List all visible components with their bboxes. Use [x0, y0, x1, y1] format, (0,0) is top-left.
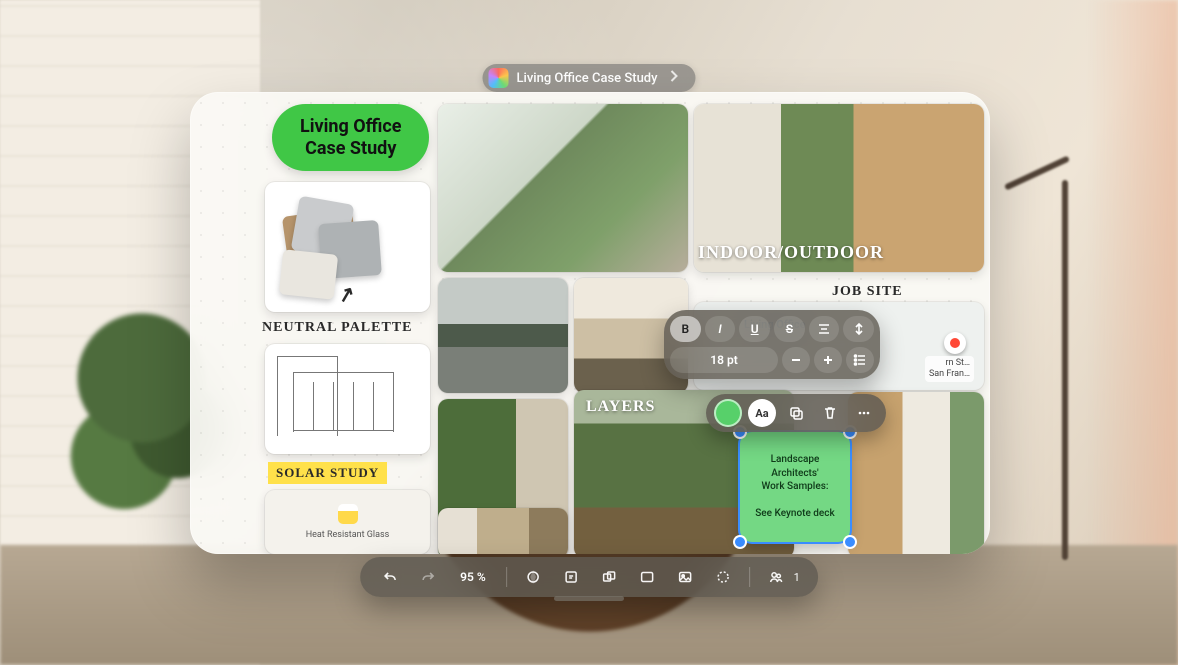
underline-button[interactable]: U: [739, 316, 770, 342]
sticky-note-selected[interactable]: Landscape Architects' Work Samples: See …: [740, 432, 850, 542]
collaborate-button[interactable]: [764, 565, 788, 589]
media-tool-button[interactable]: [673, 565, 697, 589]
text-style-button[interactable]: Aa: [748, 399, 776, 427]
sticky-tool-button[interactable]: [559, 565, 583, 589]
sketch-card[interactable]: [265, 344, 430, 454]
notes-caption: Heat Resistant Glass: [306, 530, 390, 540]
color-picker-button[interactable]: [714, 399, 742, 427]
toolbar-separator: [506, 567, 507, 587]
list-button[interactable]: [846, 347, 874, 373]
app-icon: [488, 68, 508, 88]
window-title: Living Office Case Study: [516, 71, 657, 86]
board-title-line2: Case Study: [305, 138, 396, 159]
solar-study-label: SOLAR STUDY: [268, 462, 387, 484]
layers-label: LAYERS: [586, 398, 655, 416]
selection-context-bar: Aa: [706, 394, 886, 432]
indoor-outdoor-label: INDOOR/OUTDOOR: [698, 242, 884, 263]
background-lamp: [1062, 180, 1068, 560]
glass-office-photo[interactable]: [438, 278, 568, 393]
vertical-align-button[interactable]: [843, 316, 874, 342]
font-size-display[interactable]: 18 pt: [670, 347, 778, 373]
map-pin-icon: [944, 332, 966, 354]
markup-tool-button[interactable]: [521, 565, 545, 589]
sticky-note-text: Landscape Architects' Work Samples: See …: [755, 453, 834, 521]
bold-button[interactable]: B: [670, 316, 701, 342]
green-office-photo[interactable]: [438, 104, 688, 272]
shapes-tool-button[interactable]: [597, 565, 621, 589]
collaborator-count: 1: [794, 571, 800, 584]
toolbar-separator: [749, 567, 750, 587]
board-title-bubble[interactable]: Living Office Case Study: [272, 104, 429, 171]
kitchen-photo[interactable]: [438, 508, 568, 554]
duplicate-button[interactable]: [782, 399, 810, 427]
jobsite-label: JOB SITE: [832, 284, 903, 300]
board-title-line1: Living Office: [300, 116, 401, 137]
notes-app-icon: [338, 504, 358, 524]
strikethrough-button[interactable]: S: [774, 316, 805, 342]
map-address: rn St…San Fran…: [925, 356, 974, 382]
italic-button[interactable]: I: [705, 316, 736, 342]
window-grabber[interactable]: [554, 596, 624, 601]
zoom-level[interactable]: 95 %: [454, 570, 492, 584]
window-title-pill[interactable]: Living Office Case Study: [482, 64, 695, 92]
increase-size-button[interactable]: [814, 347, 842, 373]
undo-button[interactable]: [378, 565, 402, 589]
insert-tool-button[interactable]: [711, 565, 735, 589]
decrease-size-button[interactable]: [782, 347, 810, 373]
main-toolbar: 95 % 1: [360, 557, 818, 597]
notes-card[interactable]: Heat Resistant Glass: [265, 490, 430, 554]
text-format-toolbar: B I U S 18 pt: [664, 310, 880, 379]
align-button[interactable]: [809, 316, 840, 342]
text-tool-button[interactable]: [635, 565, 659, 589]
redo-button[interactable]: [416, 565, 440, 589]
neutral-palette-label: NEUTRAL PALETTE: [262, 320, 413, 336]
more-button[interactable]: [850, 399, 878, 427]
delete-button[interactable]: [816, 399, 844, 427]
chevron-right-icon: [666, 68, 682, 88]
